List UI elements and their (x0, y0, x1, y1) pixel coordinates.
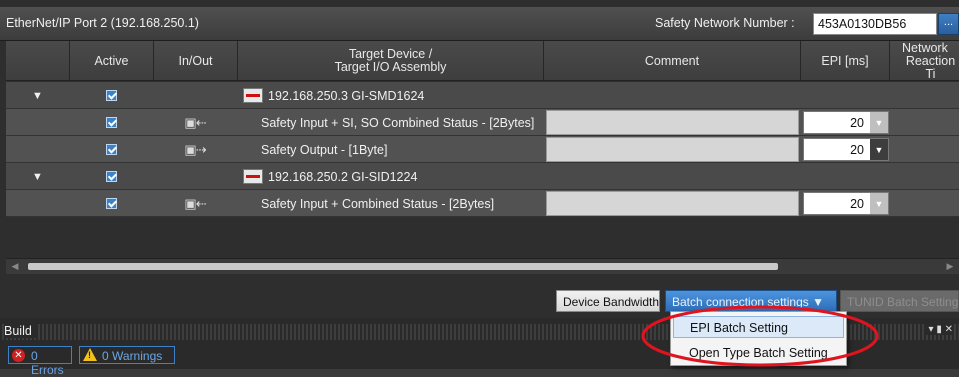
scroll-left-icon[interactable]: ◀ (8, 260, 22, 273)
col-reaction: Network Reaction Ti (889, 41, 959, 81)
col-target-line2: Target I/O Assembly (334, 60, 447, 74)
input-icon: ▣⇠ (184, 195, 206, 211)
tunid-batch-setting-button: TUNID Batch Setting (840, 290, 959, 312)
chevron-down-icon: ▼ (870, 193, 888, 214)
chevron-down-icon: ▼ (870, 112, 888, 133)
device-icon (243, 169, 263, 184)
target-device-label: 192.168.250.2 GI-SID1224 (268, 169, 418, 184)
target-io-label: Safety Input + SI, SO Combined Status - … (261, 115, 535, 130)
table-row[interactable]: ▣⇠ Safety Input + SI, SO Combined Status… (6, 109, 959, 136)
warnings-label: 0 Warnings (102, 349, 163, 363)
active-checkbox[interactable] (69, 82, 153, 109)
col-epi: EPI [ms] (800, 41, 889, 81)
horizontal-scrollbar[interactable]: ◀ ▶ (6, 258, 959, 274)
port-title[interactable]: EtherNet/IP Port 2 (192.168.250.1) (6, 16, 199, 30)
table-row[interactable]: ▣⇠ Safety Input + Combined Status - [2By… (6, 190, 959, 217)
errors-label: 0 Errors (31, 349, 64, 377)
epi-value: 20 (850, 143, 864, 157)
table-header: Active In/Out Target Device / Target I/O… (6, 41, 959, 81)
epi-value: 20 (850, 116, 864, 130)
input-icon: ▣⇠ (184, 114, 206, 130)
epi-value: 20 (850, 197, 864, 211)
table-row[interactable]: ▣⇢ Safety Output - [1Byte] 20 ▼ (6, 136, 959, 163)
epi-field[interactable]: 20 ▼ (803, 192, 889, 215)
target-io-label: Safety Input + Combined Status - [2Bytes… (261, 196, 495, 211)
comment-field[interactable] (546, 110, 799, 135)
errors-filter[interactable]: ✕ 0 Errors (8, 346, 72, 377)
comment-field[interactable] (546, 137, 799, 162)
device-icon (243, 88, 263, 103)
target-device-label: 192.168.250.3 GI-SMD1624 (268, 88, 425, 103)
safety-network-number-label: Safety Network Number : (655, 16, 795, 30)
col-active: Active (69, 41, 153, 81)
col-expander (6, 41, 69, 81)
target-io-label: Safety Output - [1Byte] (261, 142, 388, 157)
expand-icon[interactable]: ▼ (6, 82, 69, 109)
col-comment: Comment (543, 41, 800, 81)
col-target: Target Device / Target I/O Assembly (237, 41, 543, 81)
active-checkbox[interactable] (69, 190, 153, 217)
epi-field[interactable]: 20 ▼ (803, 138, 889, 161)
port-header: EtherNet/IP Port 2 (192.168.250.1) Safet… (0, 7, 959, 41)
active-checkbox[interactable] (69, 163, 153, 190)
batch-connection-settings-button[interactable]: Batch connection settings ▼ (665, 290, 837, 312)
window: EtherNet/IP Port 2 (192.168.250.1) Safet… (0, 0, 959, 377)
target-device: 192.168.250.3 GI-SMD1624 (239, 82, 543, 109)
pin-icon[interactable]: ▾ ▮ ✕ (924, 324, 953, 335)
menu-item-open-type-batch[interactable]: Open Type Batch Setting (673, 342, 844, 364)
warnings-filter[interactable]: ! 0 Warnings (79, 346, 175, 364)
build-title: Build (4, 324, 36, 338)
output-icon: ▣⇢ (184, 141, 206, 157)
comment-field[interactable] (546, 191, 799, 216)
active-checkbox[interactable] (69, 109, 153, 136)
safety-network-number-field[interactable]: 453A0130DB56 (813, 13, 937, 35)
col-reaction-line2: Reaction Ti (905, 53, 956, 81)
table-row[interactable]: ▼ 192.168.250.2 GI-SID1224 (6, 163, 959, 190)
expand-icon[interactable]: ▼ (6, 163, 69, 190)
scroll-right-icon[interactable]: ▶ (943, 260, 957, 273)
table-row[interactable]: ▼ 192.168.250.3 GI-SMD1624 (6, 82, 959, 109)
scrollbar-thumb[interactable] (28, 263, 778, 270)
menu-item-epi-batch[interactable]: EPI Batch Setting (673, 316, 844, 338)
target-device: 192.168.250.2 GI-SID1224 (239, 163, 543, 190)
epi-field[interactable]: 20 ▼ (803, 111, 889, 134)
chevron-down-icon[interactable]: ▼ (870, 139, 888, 160)
batch-settings-menu: EPI Batch Setting Open Type Batch Settin… (670, 311, 847, 366)
col-inout: In/Out (153, 41, 237, 81)
error-icon: ✕ (12, 349, 25, 362)
warning-icon: ! (83, 348, 97, 361)
snn-browse-button[interactable]: ... (938, 13, 959, 35)
active-checkbox[interactable] (69, 136, 153, 163)
device-bandwidth-button[interactable]: Device Bandwidth (556, 290, 660, 312)
col-reaction-line1: Network (902, 40, 948, 55)
